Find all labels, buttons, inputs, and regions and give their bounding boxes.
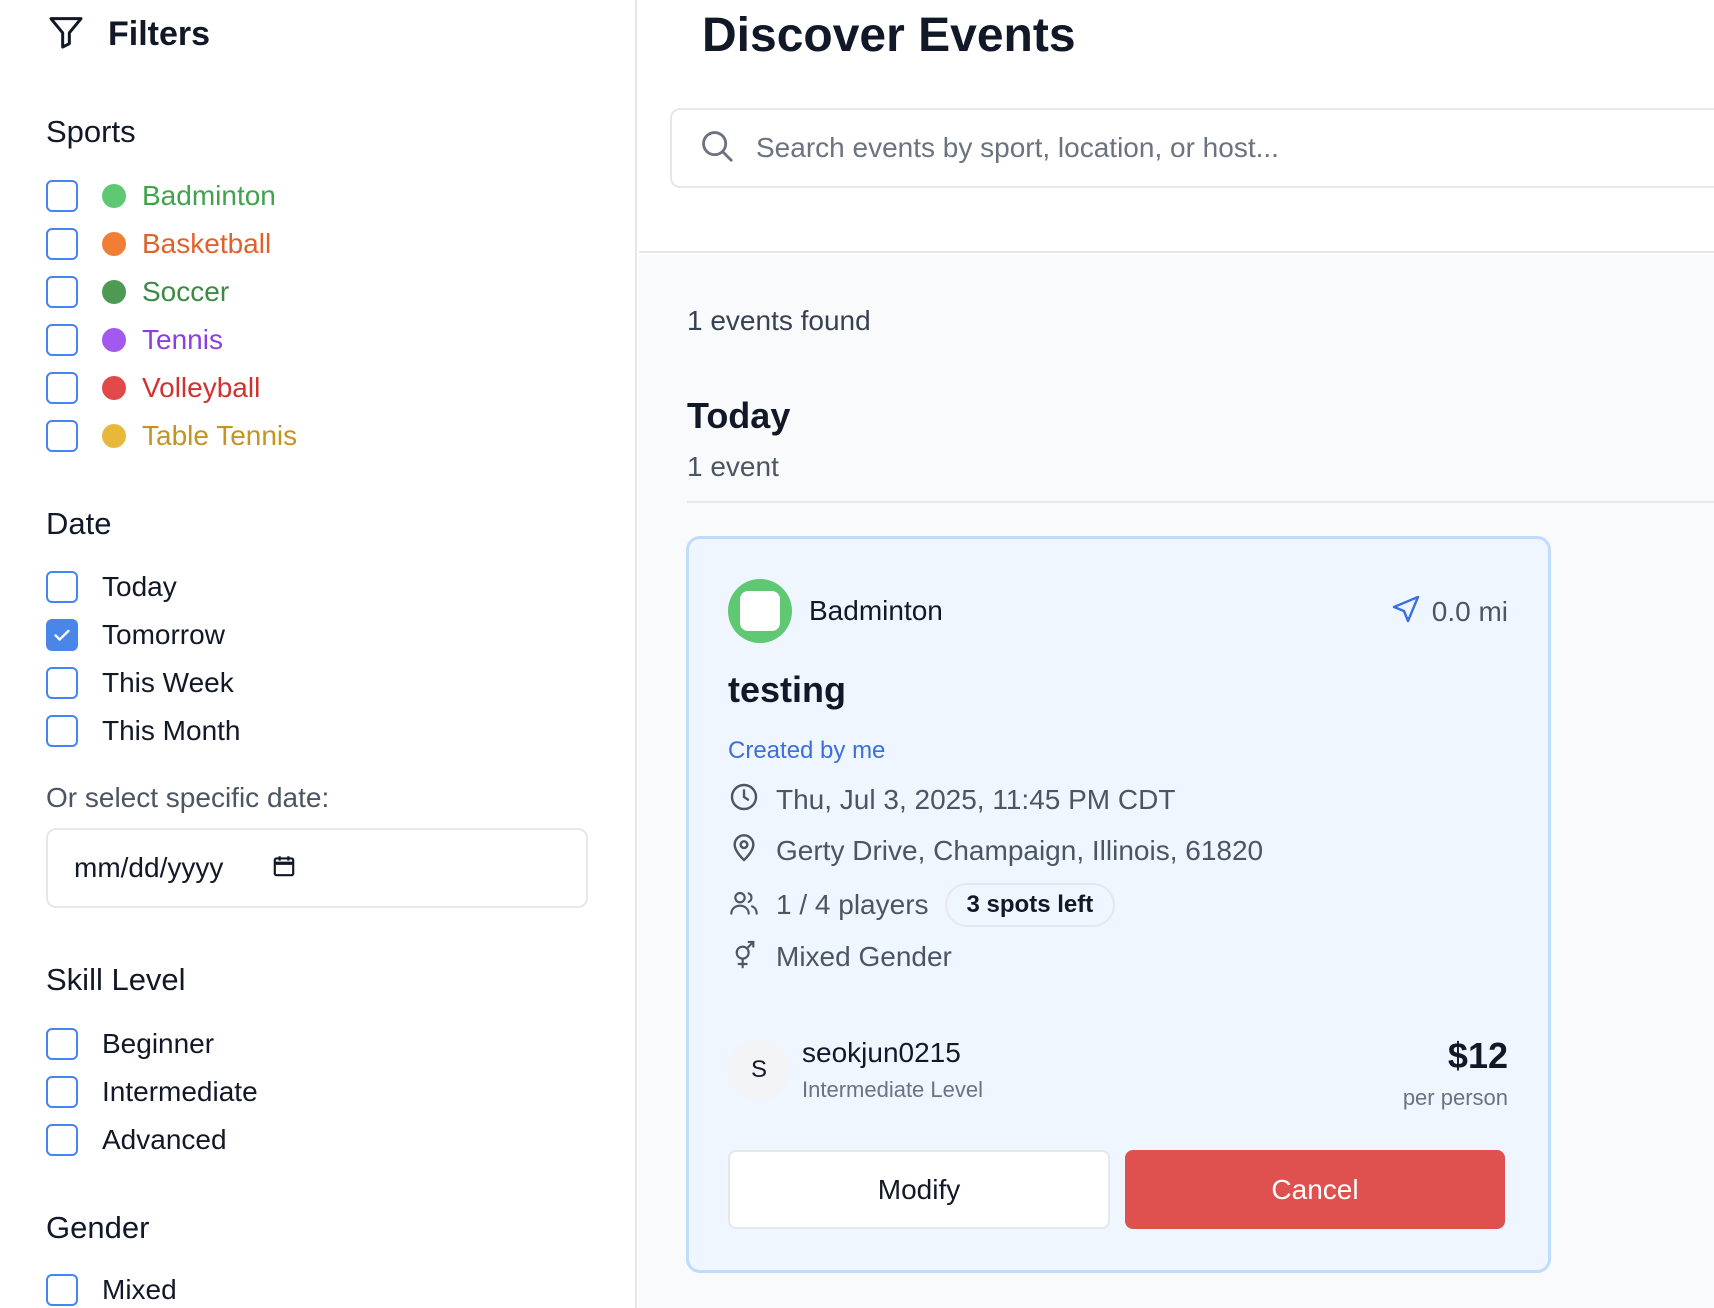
distance: 0.0 mi xyxy=(1390,593,1508,630)
checkbox[interactable] xyxy=(46,571,78,603)
gender-icon xyxy=(728,938,760,975)
sport-option-soccer[interactable]: Soccer xyxy=(46,275,229,309)
sport-color-dot xyxy=(102,184,126,208)
gender-section-title: Gender xyxy=(46,1210,150,1245)
checkbox[interactable] xyxy=(46,372,78,404)
sport-color-dot xyxy=(102,424,126,448)
sport-color-dot xyxy=(102,232,126,256)
checkbox[interactable] xyxy=(46,1274,78,1306)
event-players-row: 1 / 4 players 3 spots left xyxy=(728,883,1116,927)
host-level: Intermediate Level xyxy=(802,1077,983,1102)
sport-label: Soccer xyxy=(142,276,230,307)
checkbox[interactable] xyxy=(46,667,78,699)
date-option-tomorrow[interactable]: Tomorrow xyxy=(46,618,225,652)
event-gender-row: Mixed Gender xyxy=(728,938,952,975)
host-name: seokjun0215 xyxy=(802,1037,961,1068)
distance-value: 0.0 mi xyxy=(1431,595,1508,627)
created-by-label: Created by me xyxy=(728,737,886,764)
calendar-icon[interactable] xyxy=(223,853,297,884)
checkbox[interactable] xyxy=(46,180,78,212)
event-location: Gerty Drive, Champaign, Illinois, 61820 xyxy=(776,834,1264,866)
checkbox[interactable] xyxy=(46,1028,78,1060)
event-players: 1 / 4 players xyxy=(776,889,929,920)
date-option-label: This Month xyxy=(102,715,241,746)
sport-option-badminton[interactable]: Badminton xyxy=(46,179,276,213)
events-list: 1 events found Today 1 event Badminton 0… xyxy=(639,255,1714,1308)
sports-section-title: Sports xyxy=(46,114,136,149)
skill-section-title: Skill Level xyxy=(46,962,186,997)
skill-option-intermediate[interactable]: Intermediate xyxy=(46,1075,258,1109)
map-pin-icon xyxy=(728,832,760,869)
event-sport: Badminton xyxy=(809,595,943,626)
date-option-this-month[interactable]: This Month xyxy=(46,714,241,748)
sport-option-tennis[interactable]: Tennis xyxy=(46,323,223,357)
gender-option-mixed[interactable]: Mixed xyxy=(46,1273,177,1307)
date-option-this-week[interactable]: This Week xyxy=(46,666,234,700)
event-title: testing xyxy=(728,669,847,710)
sport-label: Volleyball xyxy=(142,372,261,403)
sport-label: Basketball xyxy=(142,228,272,259)
event-gender: Mixed Gender xyxy=(776,940,952,972)
search-input[interactable]: Search events by sport, location, or hos… xyxy=(670,108,1714,188)
filters-title: Filters xyxy=(108,15,211,53)
event-location-row: Gerty Drive, Champaign, Illinois, 61820 xyxy=(728,832,1263,869)
main-header: Discover Events Search events by sport, … xyxy=(639,0,1714,253)
checkbox[interactable] xyxy=(46,1124,78,1156)
event-datetime: Thu, Jul 3, 2025, 11:45 PM CDT xyxy=(776,783,1176,815)
sport-color-dot xyxy=(102,376,126,400)
sport-label: Tennis xyxy=(142,324,223,355)
checkbox[interactable] xyxy=(46,324,78,356)
cancel-button[interactable]: Cancel xyxy=(1125,1150,1505,1229)
sport-label: Badminton xyxy=(142,180,276,211)
price-unit: per person xyxy=(1402,1085,1508,1110)
skill-option-label: Advanced xyxy=(102,1124,227,1155)
users-icon xyxy=(728,887,760,924)
host-avatar: S xyxy=(728,1039,790,1101)
specific-date-label: Or select specific date: xyxy=(46,782,330,813)
sport-color-dot xyxy=(102,280,126,304)
date-option-label: Tomorrow xyxy=(102,619,225,650)
gender-option-label: Mixed xyxy=(102,1274,177,1305)
sport-label: Table Tennis xyxy=(142,420,298,451)
skill-option-advanced[interactable]: Advanced xyxy=(46,1123,227,1157)
sport-option-basketball[interactable]: Basketball xyxy=(46,227,271,261)
spots-left-badge: 3 spots left xyxy=(944,883,1116,927)
date-section-title: Date xyxy=(46,506,112,541)
date-input[interactable]: mm/dd/yyyy xyxy=(46,828,588,908)
filters-header: Filters xyxy=(46,12,210,57)
filter-icon xyxy=(46,12,86,57)
page-title: Discover Events xyxy=(702,9,1076,62)
sport-option-table-tennis[interactable]: Table Tennis xyxy=(46,419,297,453)
checkbox[interactable] xyxy=(46,1076,78,1108)
date-input-placeholder: mm/dd/yyyy xyxy=(74,852,224,883)
skill-option-label: Intermediate xyxy=(102,1076,258,1107)
sport-color-dot xyxy=(102,328,126,352)
sport-option-volleyball[interactable]: Volleyball xyxy=(46,371,260,405)
checkmark-icon xyxy=(54,629,70,641)
checkbox-checked[interactable] xyxy=(46,619,78,651)
date-option-today[interactable]: Today xyxy=(46,570,177,604)
search-placeholder: Search events by sport, location, or hos… xyxy=(756,132,1279,163)
modify-button[interactable]: Modify xyxy=(728,1150,1110,1229)
skill-option-label: Beginner xyxy=(102,1028,215,1059)
checkbox[interactable] xyxy=(46,420,78,452)
event-group-count: 1 event xyxy=(687,451,779,482)
date-option-label: Today xyxy=(102,571,177,602)
search-icon xyxy=(698,127,736,170)
checkbox[interactable] xyxy=(46,276,78,308)
clock-icon xyxy=(728,781,760,818)
filters-sidebar: Filters Sports Badminton Basketball Socc… xyxy=(0,0,637,1308)
events-count: 1 events found xyxy=(687,305,871,336)
navigation-icon xyxy=(1390,593,1422,630)
skill-option-beginner[interactable]: Beginner xyxy=(46,1027,214,1061)
event-price: $12 xyxy=(1447,1035,1508,1076)
divider xyxy=(687,501,1714,503)
checkbox[interactable] xyxy=(46,715,78,747)
event-card[interactable]: Badminton 0.0 mi testing Created by me T… xyxy=(686,536,1551,1273)
checkbox[interactable] xyxy=(46,228,78,260)
date-option-label: This Week xyxy=(102,667,234,698)
event-group-title: Today xyxy=(687,395,791,436)
sport-badge-icon xyxy=(728,579,792,643)
event-datetime-row: Thu, Jul 3, 2025, 11:45 PM CDT xyxy=(728,781,1175,818)
